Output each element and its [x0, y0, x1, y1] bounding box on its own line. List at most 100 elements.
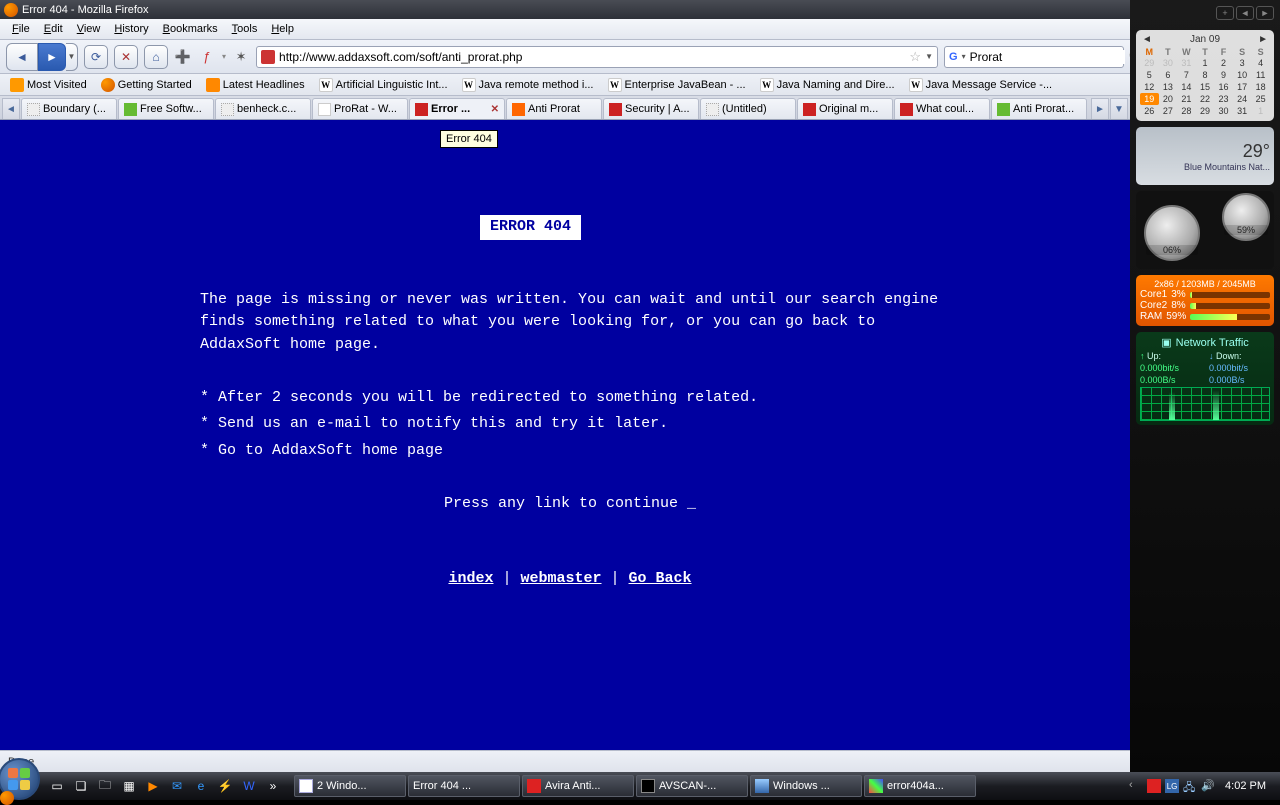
task-button[interactable]: 2 Windo... — [294, 775, 406, 797]
tab-close-icon[interactable]: ✕ — [491, 104, 499, 115]
calendar-day[interactable]: 13 — [1159, 81, 1178, 93]
calendar-day[interactable]: 25 — [1251, 93, 1270, 105]
tab-scroll-left[interactable]: ◄ — [2, 98, 20, 119]
cal-next-icon[interactable]: ► — [1258, 34, 1268, 45]
calendar-day[interactable]: 3 — [1233, 57, 1252, 69]
tab[interactable]: Free Softw... — [118, 98, 214, 119]
fireftp-icon[interactable]: ƒ — [198, 48, 216, 66]
calendar-day[interactable]: 16 — [1214, 81, 1233, 93]
tray-avira-icon[interactable] — [1147, 779, 1161, 793]
task-button[interactable]: error404a... — [864, 775, 976, 797]
tab[interactable]: Anti Prorat — [506, 98, 602, 119]
calendar-day[interactable]: 20 — [1159, 93, 1178, 105]
ql-winamp-icon[interactable]: ⚡ — [214, 776, 236, 796]
nav-history-dropdown[interactable]: ▼ — [66, 43, 78, 71]
url-bar[interactable]: ☆ ▼ — [256, 46, 938, 68]
menu-view[interactable]: View — [71, 21, 107, 37]
calendar-day[interactable]: 30 — [1214, 105, 1233, 117]
bookmark-star-icon[interactable]: ☆ — [909, 49, 921, 65]
weather-gadget[interactable]: 29° Blue Mountains Nat... — [1136, 127, 1274, 185]
calendar-gadget[interactable]: ◄ Jan 09 ► MTWTFSS2930311234567891011121… — [1136, 30, 1274, 121]
calendar-day[interactable]: 6 — [1159, 69, 1178, 81]
bookmark-item[interactable]: WJava remote method i... — [456, 76, 600, 94]
calendar-day[interactable]: 1 — [1196, 57, 1215, 69]
tab[interactable]: (Untitled) — [700, 98, 796, 119]
calendar-day[interactable]: 29 — [1196, 105, 1215, 117]
calendar-day[interactable]: 24 — [1233, 93, 1252, 105]
clock[interactable]: 4:02 PM — [1219, 780, 1272, 792]
tray-network-icon[interactable]: 🖧 — [1183, 779, 1197, 793]
sidebar-next[interactable]: ► — [1256, 6, 1274, 20]
tray-volume-icon[interactable]: 🔊 — [1201, 779, 1215, 793]
calendar-day[interactable]: 22 — [1196, 93, 1215, 105]
forward-button[interactable]: ► — [38, 43, 66, 71]
reload-button[interactable]: ⟳ — [84, 45, 108, 69]
tray-lang-icon[interactable]: LG — [1165, 779, 1179, 793]
task-button[interactable]: AVSCAN-... — [636, 775, 748, 797]
ql-ie-icon[interactable]: e — [190, 776, 212, 796]
tab[interactable]: benheck.c... — [215, 98, 311, 119]
task-button[interactable]: Error 404 ... — [408, 775, 520, 797]
menu-help[interactable]: Help — [265, 21, 300, 37]
tab[interactable]: Boundary (... — [21, 98, 117, 119]
bookmark-item[interactable]: WArtificial Linguistic Int... — [313, 76, 454, 94]
bookmark-item[interactable]: WEnterprise JavaBean - ... — [602, 76, 752, 94]
calendar-day[interactable]: 14 — [1177, 81, 1196, 93]
cpu-gauge-gadget[interactable]: 06% 59% — [1136, 191, 1274, 269]
network-gadget[interactable]: ▣Network Traffic ↑ Up: ↓ Down: 0.000bit/… — [1136, 332, 1274, 425]
url-input[interactable] — [279, 50, 905, 64]
tab[interactable]: Security | A... — [603, 98, 699, 119]
search-engine-icon[interactable]: G — [949, 50, 958, 64]
menu-edit[interactable]: Edit — [38, 21, 69, 37]
bookmark-item[interactable]: Latest Headlines — [200, 76, 311, 94]
calendar-day[interactable]: 4 — [1251, 57, 1270, 69]
link-go-back[interactable]: Go Back — [629, 570, 692, 587]
calendar-day[interactable]: 31 — [1177, 57, 1196, 69]
calendar-day[interactable]: 9 — [1214, 69, 1233, 81]
search-engine-dropdown[interactable]: ▾ — [962, 52, 966, 61]
tab[interactable]: ProRat - W... — [312, 98, 408, 119]
ql-media-icon[interactable]: ▶ — [142, 776, 164, 796]
search-bar[interactable]: G ▾ 🔍 — [944, 46, 1124, 68]
calendar-day[interactable]: 21 — [1177, 93, 1196, 105]
calendar-day[interactable]: 28 — [1177, 105, 1196, 117]
calendar-day[interactable]: 7 — [1177, 69, 1196, 81]
ql-explorer-icon[interactable]: 🗀 — [94, 776, 116, 796]
search-input[interactable] — [970, 50, 1125, 64]
cal-prev-icon[interactable]: ◄ — [1142, 34, 1152, 45]
calendar-day[interactable]: 19 — [1140, 93, 1159, 105]
calendar-day[interactable]: 5 — [1140, 69, 1159, 81]
bookmark-item[interactable]: WJava Naming and Dire... — [754, 76, 901, 94]
menu-file[interactable]: File — [6, 21, 36, 37]
tab-list-dropdown[interactable]: ▼ — [1110, 98, 1128, 119]
tab[interactable]: Error ...✕ — [409, 98, 505, 119]
calendar-day[interactable]: 29 — [1140, 57, 1159, 69]
calendar-day[interactable]: 26 — [1140, 105, 1159, 117]
calendar-day[interactable]: 30 — [1159, 57, 1178, 69]
ql-mail-icon[interactable]: ✉ — [166, 776, 188, 796]
calendar-day[interactable]: 27 — [1159, 105, 1178, 117]
calendar-day[interactable]: 1 — [1251, 105, 1270, 117]
link-webmaster[interactable]: webmaster — [520, 570, 601, 587]
addon-icon[interactable]: ✶ — [232, 48, 250, 66]
ql-switch-windows-icon[interactable]: ❏ — [70, 776, 92, 796]
link-index[interactable]: index — [448, 570, 493, 587]
calendar-day[interactable]: 11 — [1251, 69, 1270, 81]
stop-button[interactable]: ✕ — [114, 45, 138, 69]
calendar-day[interactable]: 15 — [1196, 81, 1215, 93]
calendar-day[interactable]: 23 — [1214, 93, 1233, 105]
calendar-day[interactable]: 18 — [1251, 81, 1270, 93]
calendar-day[interactable]: 17 — [1233, 81, 1252, 93]
task-button[interactable]: Windows ... — [750, 775, 862, 797]
tab[interactable]: Anti Prorat... — [991, 98, 1087, 119]
calendar-day[interactable]: 12 — [1140, 81, 1159, 93]
ql-vmware-icon[interactable]: ▦ — [118, 776, 140, 796]
add-bookmark-icon[interactable]: ➕ — [174, 48, 192, 66]
back-button[interactable]: ◄ — [6, 43, 38, 71]
calendar-day[interactable]: 8 — [1196, 69, 1215, 81]
menu-tools[interactable]: Tools — [226, 21, 264, 37]
menu-bookmarks[interactable]: Bookmarks — [157, 21, 224, 37]
task-button[interactable]: Avira Anti... — [522, 775, 634, 797]
cpu-meter-gadget[interactable]: 2x86 / 1203MB / 2045MB Core13% Core28% R… — [1136, 275, 1274, 326]
ql-chevron-icon[interactable]: » — [262, 776, 284, 796]
